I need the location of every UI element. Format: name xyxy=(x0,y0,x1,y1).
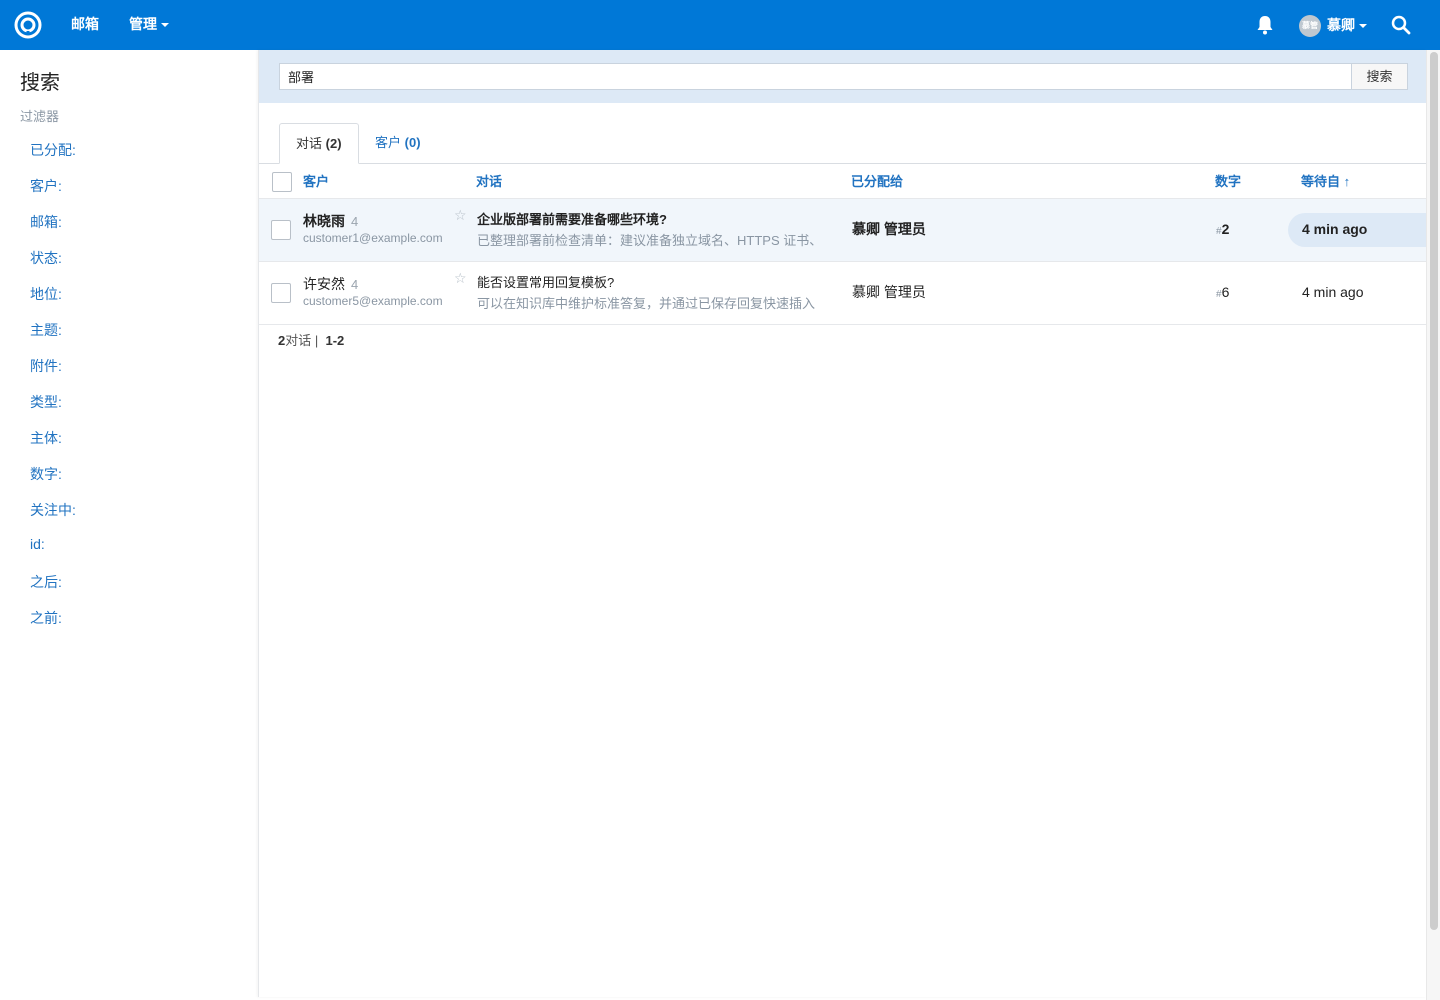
filter-status[interactable]: 状态: xyxy=(30,248,62,268)
total-label: 对话 xyxy=(285,333,312,348)
search-button[interactable]: 搜索 xyxy=(1351,63,1408,90)
page-range: 1-2 xyxy=(325,333,345,348)
top-navbar: 邮箱 管理 慕管 慕卿 xyxy=(0,0,1440,50)
filter-state[interactable]: 地位: xyxy=(30,284,62,304)
header-customer[interactable]: 客户 xyxy=(303,165,329,199)
filter-following[interactable]: 关注中: xyxy=(30,500,76,520)
search-sidebar: 搜索 过滤器 已分配: 客户: 邮箱: 状态: 地位: 主题: 附件: 类型: … xyxy=(0,50,258,1000)
tab-conversations[interactable]: 对话 (2) xyxy=(279,123,359,164)
result-count: 2对话 | 1-2 xyxy=(278,330,344,349)
customer-email: customer1@example.com xyxy=(303,231,443,245)
tab-conversations-count: (2) xyxy=(325,136,342,151)
chevron-down-icon xyxy=(161,23,169,28)
customer-conversation-count: 4 xyxy=(351,214,359,229)
search-input[interactable] xyxy=(279,63,1351,90)
filter-number[interactable]: 数字: xyxy=(30,464,62,484)
conversation-subject[interactable]: 企业版部署前需要准备哪些环境? xyxy=(477,209,667,228)
chevron-down-icon xyxy=(1359,24,1367,29)
sidebar-title: 搜索 xyxy=(20,72,60,94)
conversation-subject[interactable]: 能否设置常用回复模板? xyxy=(477,272,614,291)
filter-after[interactable]: 之后: xyxy=(30,572,62,592)
conversation-number: #2 xyxy=(1216,199,1229,262)
nav-manage[interactable]: 管理 xyxy=(129,0,169,50)
scrollbar-thumb[interactable] xyxy=(1430,52,1438,930)
tab-customers-count: (0) xyxy=(404,135,421,150)
conversation-preview: 可以在知识库中维护标准答复，并通过已保存回复快速插入 xyxy=(477,296,816,311)
filter-attachments[interactable]: 附件: xyxy=(30,356,62,376)
nav-mailbox[interactable]: 邮箱 xyxy=(71,0,99,50)
assignee: 慕卿 管理员 xyxy=(852,221,926,237)
main-content: 搜索 对话 (2) 客户 (0) 客户 对话 已分配给 数字 等待自 ↑ 林晓雨… xyxy=(258,50,1428,997)
filter-customer[interactable]: 客户: xyxy=(30,176,62,196)
separator: | xyxy=(314,333,319,348)
tab-conversations-label: 对话 xyxy=(296,136,323,151)
customer-name-text: 许安然 xyxy=(303,276,345,292)
row-checkbox[interactable] xyxy=(271,283,291,303)
bell-icon[interactable] xyxy=(1256,15,1274,35)
conversation-number: #6 xyxy=(1216,262,1229,325)
waiting-since: 4 min ago xyxy=(1302,221,1368,237)
customer-conversation-count: 4 xyxy=(351,277,359,292)
user-name: 慕卿 xyxy=(1327,17,1355,33)
star-icon[interactable]: ☆ xyxy=(454,270,467,287)
waiting-since: 4 min ago xyxy=(1302,284,1364,300)
customer-name: 许安然 4 xyxy=(303,274,358,294)
avatar: 慕管 xyxy=(1299,15,1321,38)
search-bar: 搜索 xyxy=(259,50,1426,103)
number-value: 6 xyxy=(1221,284,1230,300)
page-scrollbar[interactable] xyxy=(1426,50,1440,1000)
number-value: 2 xyxy=(1221,221,1230,237)
filter-subject[interactable]: 主题: xyxy=(30,320,62,340)
header-number[interactable]: 数字 xyxy=(1215,165,1241,199)
header-conversation[interactable]: 对话 xyxy=(476,165,502,199)
search-icon[interactable] xyxy=(1391,15,1411,35)
customer-name-text: 林晓雨 xyxy=(303,213,345,229)
table-header: 客户 对话 已分配给 数字 等待自 ↑ xyxy=(259,165,1426,199)
row-checkbox[interactable] xyxy=(271,220,291,240)
user-menu[interactable]: 慕管 慕卿 xyxy=(1299,0,1367,50)
header-assigned-to[interactable]: 已分配给 xyxy=(851,165,903,199)
filter-body[interactable]: 主体: xyxy=(30,428,62,448)
filter-before[interactable]: 之前: xyxy=(30,608,62,628)
filter-type[interactable]: 类型: xyxy=(30,392,62,412)
nav-manage-label: 管理 xyxy=(129,16,157,32)
filters-label: 过滤器 xyxy=(20,109,60,124)
filter-assigned[interactable]: 已分配: xyxy=(30,140,76,160)
filter-id[interactable]: id: xyxy=(30,536,45,552)
tab-customers[interactable]: 客户 (0) xyxy=(359,123,437,164)
header-waiting-since[interactable]: 等待自 ↑ xyxy=(1301,165,1350,199)
select-all-checkbox[interactable] xyxy=(272,172,292,192)
assignee: 慕卿 管理员 xyxy=(852,284,926,300)
table-row[interactable]: 林晓雨 4 customer1@example.com ☆ 企业版部署前需要准备哪… xyxy=(259,199,1428,262)
logo-icon[interactable] xyxy=(14,11,42,39)
tab-customers-label: 客户 xyxy=(375,135,402,150)
customer-name: 林晓雨 4 xyxy=(303,211,358,231)
star-icon[interactable]: ☆ xyxy=(454,207,467,224)
customer-email: customer5@example.com xyxy=(303,294,443,308)
table-row[interactable]: 许安然 4 customer5@example.com ☆ 能否设置常用回复模板?… xyxy=(259,262,1426,325)
result-tabs: 对话 (2) 客户 (0) xyxy=(259,123,1426,164)
conversation-preview: 已整理部署前检查清单：建议准备独立域名、HTTPS 证书、 xyxy=(477,233,823,248)
filter-mailbox[interactable]: 邮箱: xyxy=(30,212,62,232)
